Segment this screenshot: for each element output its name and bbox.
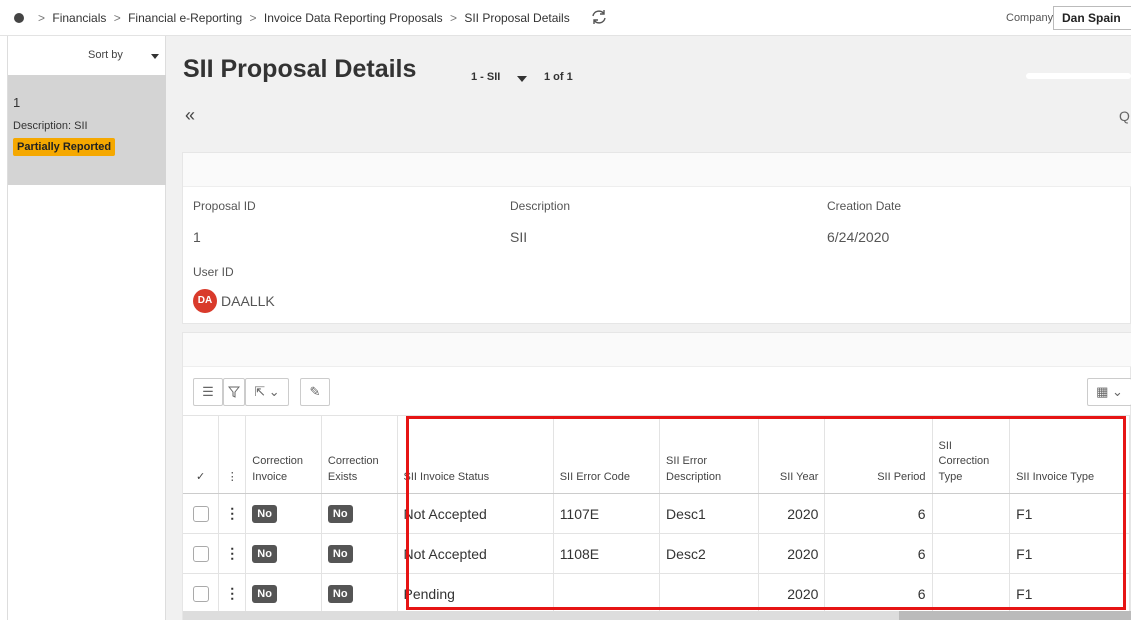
cell-period: 6 (824, 493, 933, 534)
cell-status: Pending (397, 573, 554, 614)
cell-invoice-type: F1 (1009, 573, 1130, 614)
correction-exists-badge: No (327, 505, 353, 523)
col-correction-invoice[interactable]: Correction Invoice (245, 415, 322, 494)
invoice-table: ✓ ⋮ Correction Invoice Correction Exists… (183, 415, 1130, 614)
home-dot-icon[interactable] (14, 13, 24, 23)
col-correction-exists[interactable]: Correction Exists (321, 415, 398, 494)
proposal-id-value: 1 (193, 229, 201, 245)
cell-error-code: 1108E (553, 533, 661, 574)
breadcrumb-item-current: SII Proposal Details (464, 11, 570, 25)
correction-exists-badge: No (327, 585, 353, 603)
cell-status: Not Accepted (397, 533, 554, 574)
kebab-icon[interactable]: ⋮ (218, 573, 247, 614)
double-chevron-left-icon[interactable]: « (185, 105, 195, 126)
cell-error-desc (659, 573, 760, 614)
col-sii-error-code[interactable]: SII Error Code (553, 415, 661, 494)
col-sii-year[interactable]: SII Year (758, 415, 826, 494)
record-navigator: Sort by 1 Description: SII Partially Rep… (7, 36, 166, 620)
refresh-icon[interactable] (590, 8, 608, 26)
col-sii-invoice-status[interactable]: SII Invoice Status (397, 415, 554, 494)
cell-error-code: 1107E (553, 493, 661, 534)
cell-error-code (553, 573, 661, 614)
col-sii-correction-type[interactable]: SII Correction Type (932, 415, 1011, 494)
breadcrumb-item[interactable]: Invoice Data Reporting Proposals (264, 11, 443, 25)
details-card: Proposal ID 1 Description SII Creation D… (182, 152, 1131, 324)
description-value: SII (510, 229, 528, 245)
creation-date-label: Creation Date (827, 199, 902, 213)
breadcrumb-item[interactable]: Financial e-Reporting (128, 11, 242, 25)
filter-icon[interactable] (223, 378, 245, 406)
breadcrumb: > Financials > Financial e-Reporting > I… (38, 11, 570, 25)
cell-invoice-type: F1 (1009, 533, 1130, 574)
record-id: 1 (13, 95, 21, 110)
top-bar: > Financials > Financial e-Reporting > I… (0, 0, 1131, 36)
user-id-label: User ID (193, 265, 234, 279)
page-title: SII Proposal Details (183, 55, 417, 83)
breadcrumb-item[interactable]: Financials (52, 11, 106, 25)
cell-period: 6 (824, 533, 933, 574)
table-row[interactable]: ⋮ No No Not Accepted 1108E Desc2 2020 6 … (183, 533, 1130, 574)
select-all-checkbox[interactable]: ✓ (183, 415, 220, 494)
cell-correction-type (932, 493, 1011, 534)
cell-year: 2020 (758, 493, 826, 534)
record-list-item[interactable]: 1 Description: SII Partially Reported (8, 75, 166, 185)
col-sii-error-description[interactable]: SII Error Description (659, 415, 760, 494)
avatar: DA (193, 289, 217, 313)
kebab-icon[interactable]: ⋮ (218, 415, 247, 494)
cell-error-desc: Desc2 (659, 533, 760, 574)
cell-year: 2020 (758, 533, 826, 574)
cell-invoice-type: F1 (1009, 493, 1130, 534)
record-count: 1 of 1 (544, 71, 573, 83)
status-badge: Partially Reported (13, 138, 116, 156)
caret-down-icon[interactable] (151, 54, 159, 59)
row-checkbox[interactable] (192, 586, 209, 603)
sort-by-button[interactable]: Sort by (88, 49, 123, 61)
record-selector[interactable]: 1 - SII (471, 71, 500, 83)
card-header (183, 153, 1131, 187)
export-icon[interactable]: ⇱ ⌄ (245, 378, 289, 406)
progress-bar (1026, 73, 1131, 79)
search-icon[interactable]: Q (1119, 108, 1130, 124)
description-label: Description (510, 199, 571, 213)
caret-down-icon[interactable] (517, 76, 527, 82)
correction-invoice-badge: No (252, 545, 277, 563)
correction-invoice-badge: No (252, 585, 277, 603)
cell-period: 6 (824, 573, 933, 614)
table-row[interactable]: ⋮ No No Pending 2020 6 F1 (183, 573, 1130, 614)
col-sii-invoice-type[interactable]: SII Invoice Type (1009, 415, 1130, 494)
company-label: Company (1006, 12, 1054, 24)
table-columns-icon[interactable]: ▦ ⌄ (1087, 378, 1131, 406)
user-id-value[interactable]: DAALLK (221, 293, 275, 309)
correction-invoice-badge: No (252, 505, 277, 523)
proposal-id-label: Proposal ID (193, 199, 256, 213)
company-selector[interactable]: Dan Spain (1053, 6, 1131, 30)
row-checkbox[interactable] (192, 506, 209, 523)
scrollbar-thumb[interactable] (899, 611, 1131, 620)
row-checkbox[interactable] (192, 546, 209, 563)
kebab-icon[interactable]: ⋮ (218, 533, 247, 574)
table-row[interactable]: ⋮ No No Not Accepted 1107E Desc1 2020 6 … (183, 493, 1130, 534)
pencil-icon[interactable]: ✎ (300, 378, 330, 406)
horizontal-scrollbar[interactable] (183, 611, 1131, 620)
list-icon[interactable]: ☰ (193, 378, 223, 406)
cell-correction-type (932, 573, 1011, 614)
correction-exists-badge: No (327, 545, 353, 563)
kebab-icon[interactable]: ⋮ (218, 493, 247, 534)
record-description: Description: SII (13, 120, 88, 132)
col-sii-period[interactable]: SII Period (824, 415, 933, 494)
cell-status: Not Accepted (397, 493, 554, 534)
cell-year: 2020 (758, 573, 826, 614)
cell-correction-type (932, 533, 1011, 574)
cell-error-desc: Desc1 (659, 493, 760, 534)
main-content: SII Proposal Details 1 - SII 1 of 1 « Q … (166, 36, 1131, 620)
creation-date-value: 6/24/2020 (827, 229, 890, 245)
invoice-table-card: ☰ ⇱ ⌄ ✎ ▦ ⌄ ✓ ⋮ Correction Invoice Corre… (182, 332, 1131, 620)
card-header (183, 333, 1131, 367)
